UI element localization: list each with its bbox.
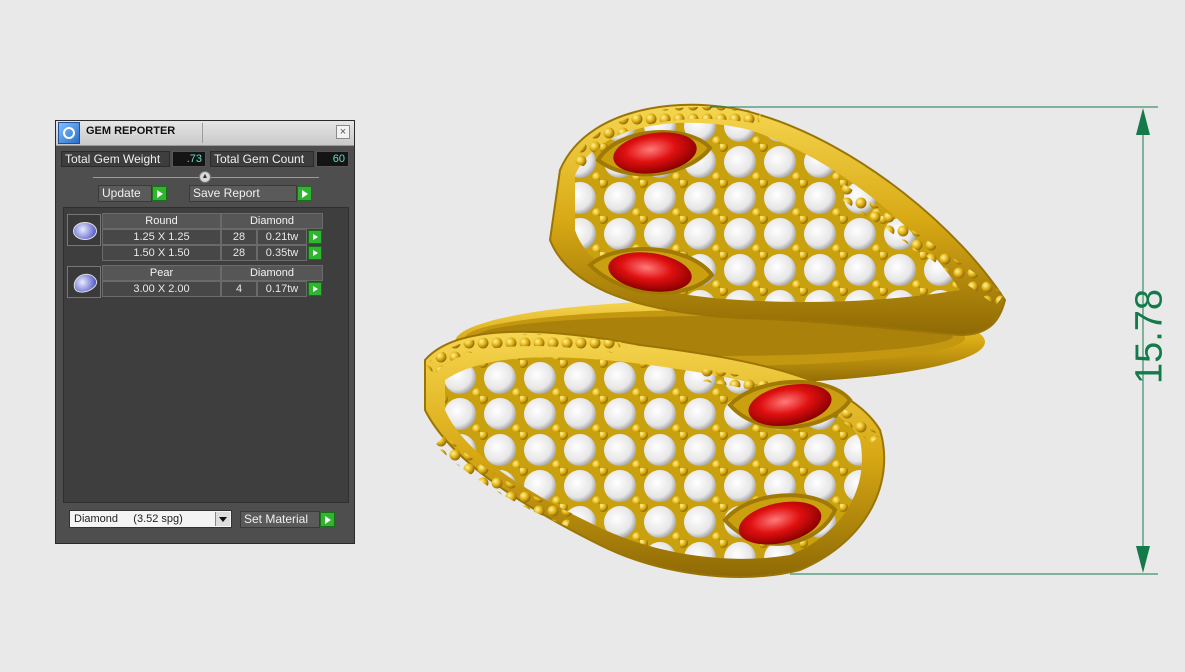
dimension-arrow-top-icon [1136, 108, 1150, 135]
height-dimension-value: 15.78 [1128, 288, 1171, 385]
ring-3d-viewport[interactable] [0, 0, 1185, 672]
dimension-arrow-bottom-icon [1136, 546, 1150, 573]
upper-snake-head [548, 103, 1007, 337]
